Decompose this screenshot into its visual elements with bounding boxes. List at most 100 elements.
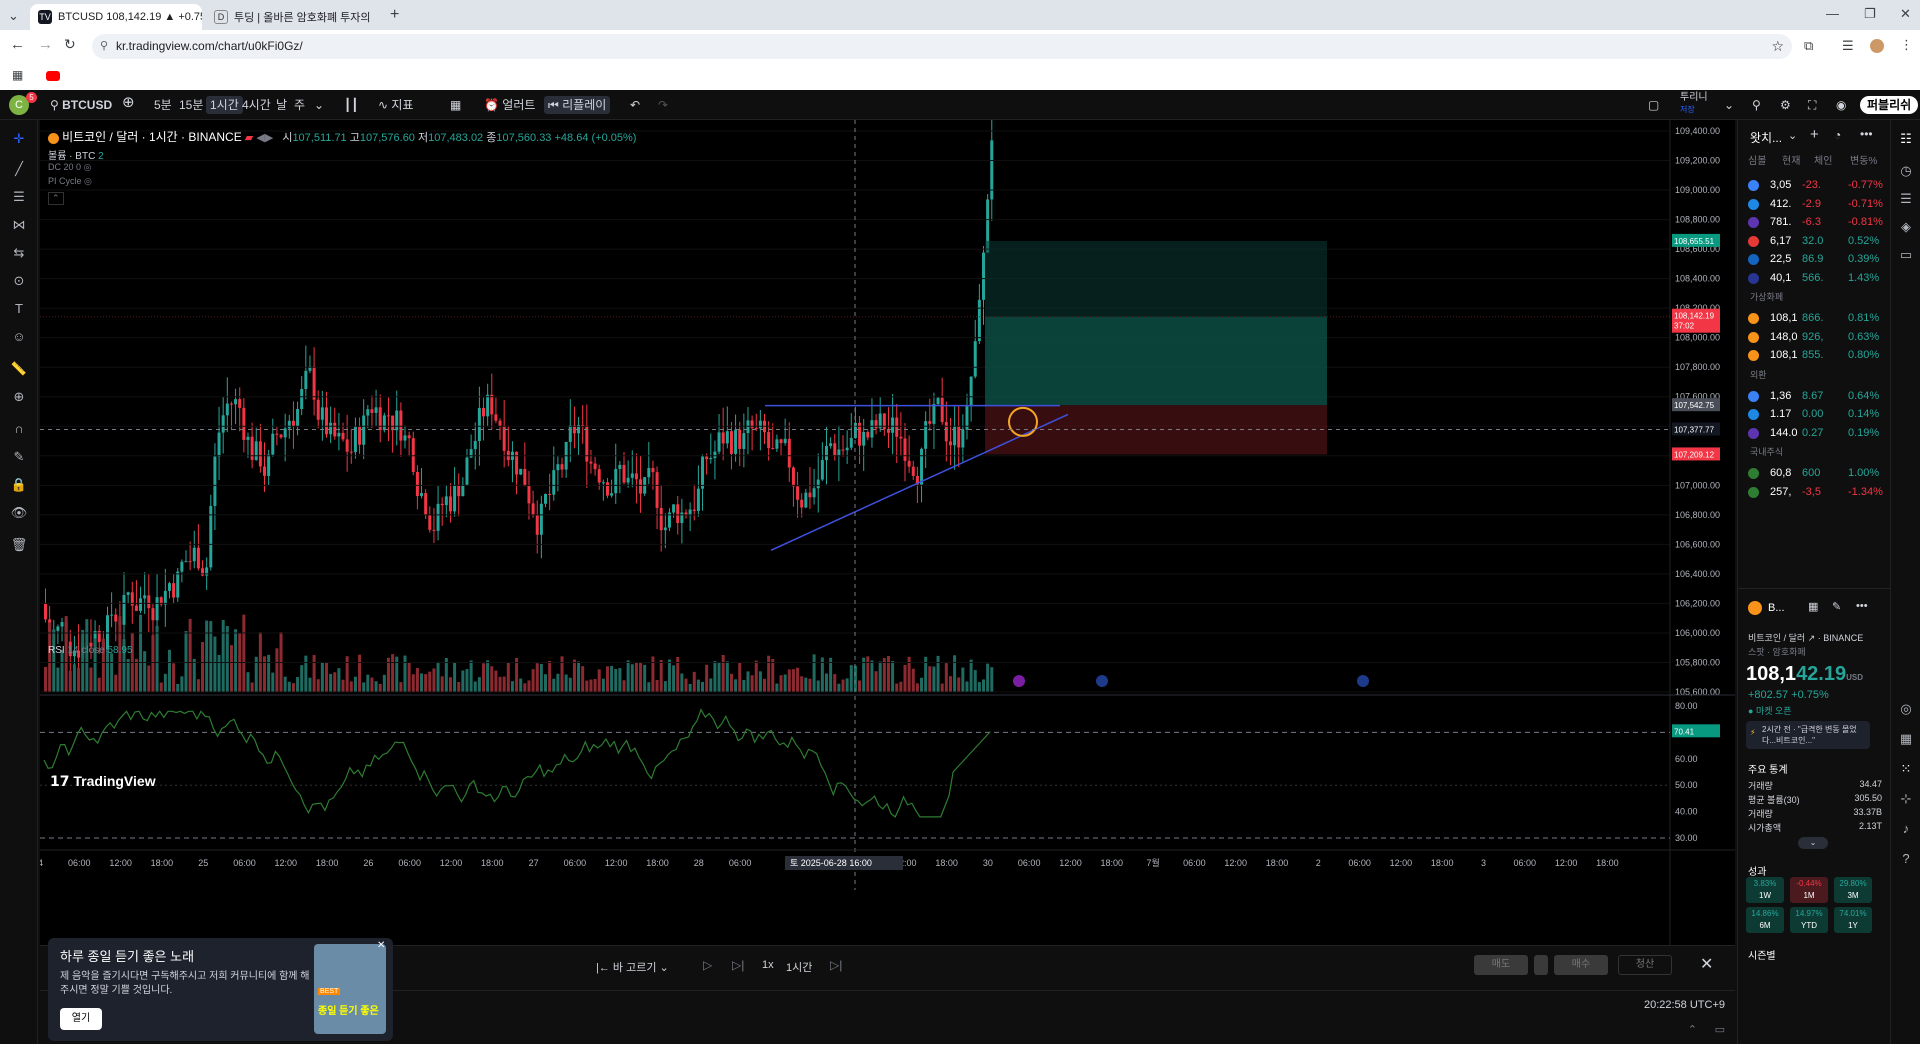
watchlist-row[interactable]: 108,1 855. 0.80% [1738,346,1890,366]
delete-drawings-icon[interactable]: 🗑 [10,536,28,554]
replay-button[interactable]: ⏮ 리플레이 [544,96,611,114]
undo-icon[interactable]: ↶ [626,96,644,114]
buy-button[interactable]: 매수 [1554,955,1608,975]
tab-tuding[interactable]: D 투딩 | 올바른 암호화폐 투자의 ✕ [206,4,378,30]
watchlist-row[interactable]: 108,1 866. 0.81% [1738,309,1890,329]
layers-icon[interactable]: ◈ [1897,218,1915,236]
play-icon[interactable]: ▷ [703,958,712,972]
forecast-tool-icon[interactable]: ⇆ [10,244,28,262]
magnet-tool-icon[interactable]: ∩ [10,420,28,438]
apps-icon[interactable]: ⁙ [1897,760,1915,778]
lock-drawings-icon[interactable]: 🔒 [10,476,28,494]
add-symbol-icon[interactable]: + [1810,126,1819,143]
trendline-tool-icon[interactable]: ╱ [10,160,28,178]
panel-expand-icon[interactable]: ⌃ [1688,1023,1697,1036]
pattern-tool-icon[interactable]: ⋈ [10,216,28,234]
news-icon[interactable]: ☰ [1897,190,1915,208]
window-close-icon[interactable]: ✕ [1900,6,1911,22]
sidebar-icon[interactable]: ☰ [1842,38,1854,54]
symbol-search[interactable]: ⚲ BTCUSD [46,96,116,114]
layout-name[interactable]: 투리니 저장 [1676,92,1712,114]
reload-icon[interactable]: ↻ [64,36,76,53]
watchlist-row[interactable]: 148,0 926, 0.63% [1738,328,1890,348]
alert-button[interactable]: ⏰ 얼러트 [480,96,539,114]
perf-cell[interactable]: 29.80% 3M [1834,877,1872,903]
help-icon[interactable]: ? [1897,850,1915,868]
watchlist-row[interactable]: 6,17 32.0 0.52% [1738,232,1890,252]
interval-day[interactable]: 날 [272,96,291,114]
hide-drawings-icon[interactable]: 👁 [10,504,28,522]
interval-15m[interactable]: 15분 [175,96,207,114]
indicators-button[interactable]: ∿ 지표 [374,96,417,114]
chart-type-icon[interactable]: ┃┃ [340,96,362,114]
browser-menu-icon[interactable]: ⋮ [1900,37,1913,53]
replay-speed[interactable]: 1x [762,959,774,971]
chat-icon[interactable]: ▭ [1897,246,1915,264]
watchlist-row[interactable]: 1,36 8.67 0.64% [1738,387,1890,407]
quantity-field[interactable] [1534,955,1548,975]
text-tool-icon[interactable]: T [10,300,28,318]
fib-tool-icon[interactable]: ☰ [10,188,28,206]
brush-tool-icon[interactable]: ⊙ [10,272,28,290]
layout-dropdown-icon[interactable]: ⌄ [1720,96,1738,114]
replay-interval[interactable]: 1시간 [786,959,812,975]
legend-collapse-button[interactable]: ⌃ [48,192,64,205]
watchlist-row[interactable]: 40,1 566. 1.43% [1738,269,1890,289]
exit-button[interactable]: 청산 [1618,955,1672,975]
detail-grid-icon[interactable]: ▦ [1808,600,1818,613]
bookmark-star-icon[interactable]: ☆ [1771,34,1784,59]
forward-icon[interactable]: → [38,36,53,53]
watchlist-row[interactable]: 257, -3,5 -1.34% [1738,483,1890,503]
zoom-tool-icon[interactable]: ⊕ [10,388,28,406]
notifications-bell-icon[interactable]: ♪ [1897,820,1915,838]
back-icon[interactable]: ← [10,36,25,53]
watchlist-section[interactable]: 국내주식 [1750,445,1783,458]
watchlist-more-icon[interactable]: ••• [1860,127,1873,141]
perf-cell[interactable]: 14.86% 6M [1746,907,1784,933]
watchlist-row[interactable]: 22,5 86.9 0.39% [1738,250,1890,270]
watchlist-dropdown-icon[interactable]: ⌄ [1788,129,1797,142]
jump-to-realtime-icon[interactable]: ▷| [830,958,842,972]
apps-grid-icon[interactable]: ▦ [12,68,23,82]
alerts-clock-icon[interactable]: ◷ [1897,162,1915,180]
tab-close-icon[interactable]: ✕ [371,10,378,24]
detail-edit-icon[interactable]: ✎ [1832,600,1841,613]
compare-symbol-icon[interactable]: ⊕ [118,94,139,112]
panel-maximize-icon[interactable]: ▭ [1715,1023,1725,1036]
watchlist-row[interactable]: 3,05 -23. -0.77% [1738,176,1890,196]
ruler-tool-icon[interactable]: 📏 [10,360,28,378]
snapshot-camera-icon[interactable]: ◉ [1832,96,1850,114]
popup-close-icon[interactable]: ✕ [377,940,385,951]
interval-4h[interactable]: 4시간 [238,96,275,114]
calendar-icon[interactable]: ▦ [1897,730,1915,748]
perf-cell[interactable]: 3.83% 1W [1746,877,1784,903]
maximize-icon[interactable]: ❐ [1864,6,1876,22]
perf-cell[interactable]: -0.44% 1M [1790,877,1828,903]
site-info-icon[interactable]: ⚲ [100,34,108,59]
sell-button[interactable]: 매도 [1474,955,1528,975]
layout-templates-icon[interactable]: ▦ [446,96,465,114]
quick-search-icon[interactable]: ⚲ [1748,96,1765,114]
minimize-icon[interactable]: — [1826,6,1839,21]
news-card[interactable]: ⚡ 2시간 전 · "급격한 변동 몰었다...비트코인..." [1746,721,1870,749]
extensions-icon[interactable]: ⧉ [1804,38,1813,54]
watchlist-icon[interactable]: ☷ [1897,130,1915,148]
interval-5m[interactable]: 5분 [150,96,176,114]
perf-cell[interactable]: 74.01% 1Y [1834,907,1872,933]
watchlist-row[interactable]: 412. -2.9 -0.71% [1738,195,1890,215]
advanced-view-icon[interactable]: ◔ [1834,128,1841,142]
watchlist-section[interactable]: 가상화폐 [1750,290,1783,303]
interval-week[interactable]: 주 [290,96,309,114]
popup-thumbnail[interactable]: 종일 듣기 좋은 BEST [314,944,386,1034]
perf-cell[interactable]: 14.97% YTD [1790,907,1828,933]
watchlist-title[interactable]: 왓치... [1750,129,1782,146]
close-replay-icon[interactable]: ✕ [1700,954,1713,974]
redo-icon[interactable]: ↷ [654,96,672,114]
profile-avatar[interactable] [1870,39,1884,53]
target-icon[interactable]: ◎ [1897,700,1915,718]
popup-open-button[interactable]: 열기 [60,1008,102,1030]
step-forward-icon[interactable]: ▷| [732,958,744,972]
collapse-legend-icon[interactable]: ◀▶ [256,132,273,144]
youtube-icon[interactable] [46,71,60,81]
crosshair-tool-icon[interactable]: ✛ [10,130,28,148]
